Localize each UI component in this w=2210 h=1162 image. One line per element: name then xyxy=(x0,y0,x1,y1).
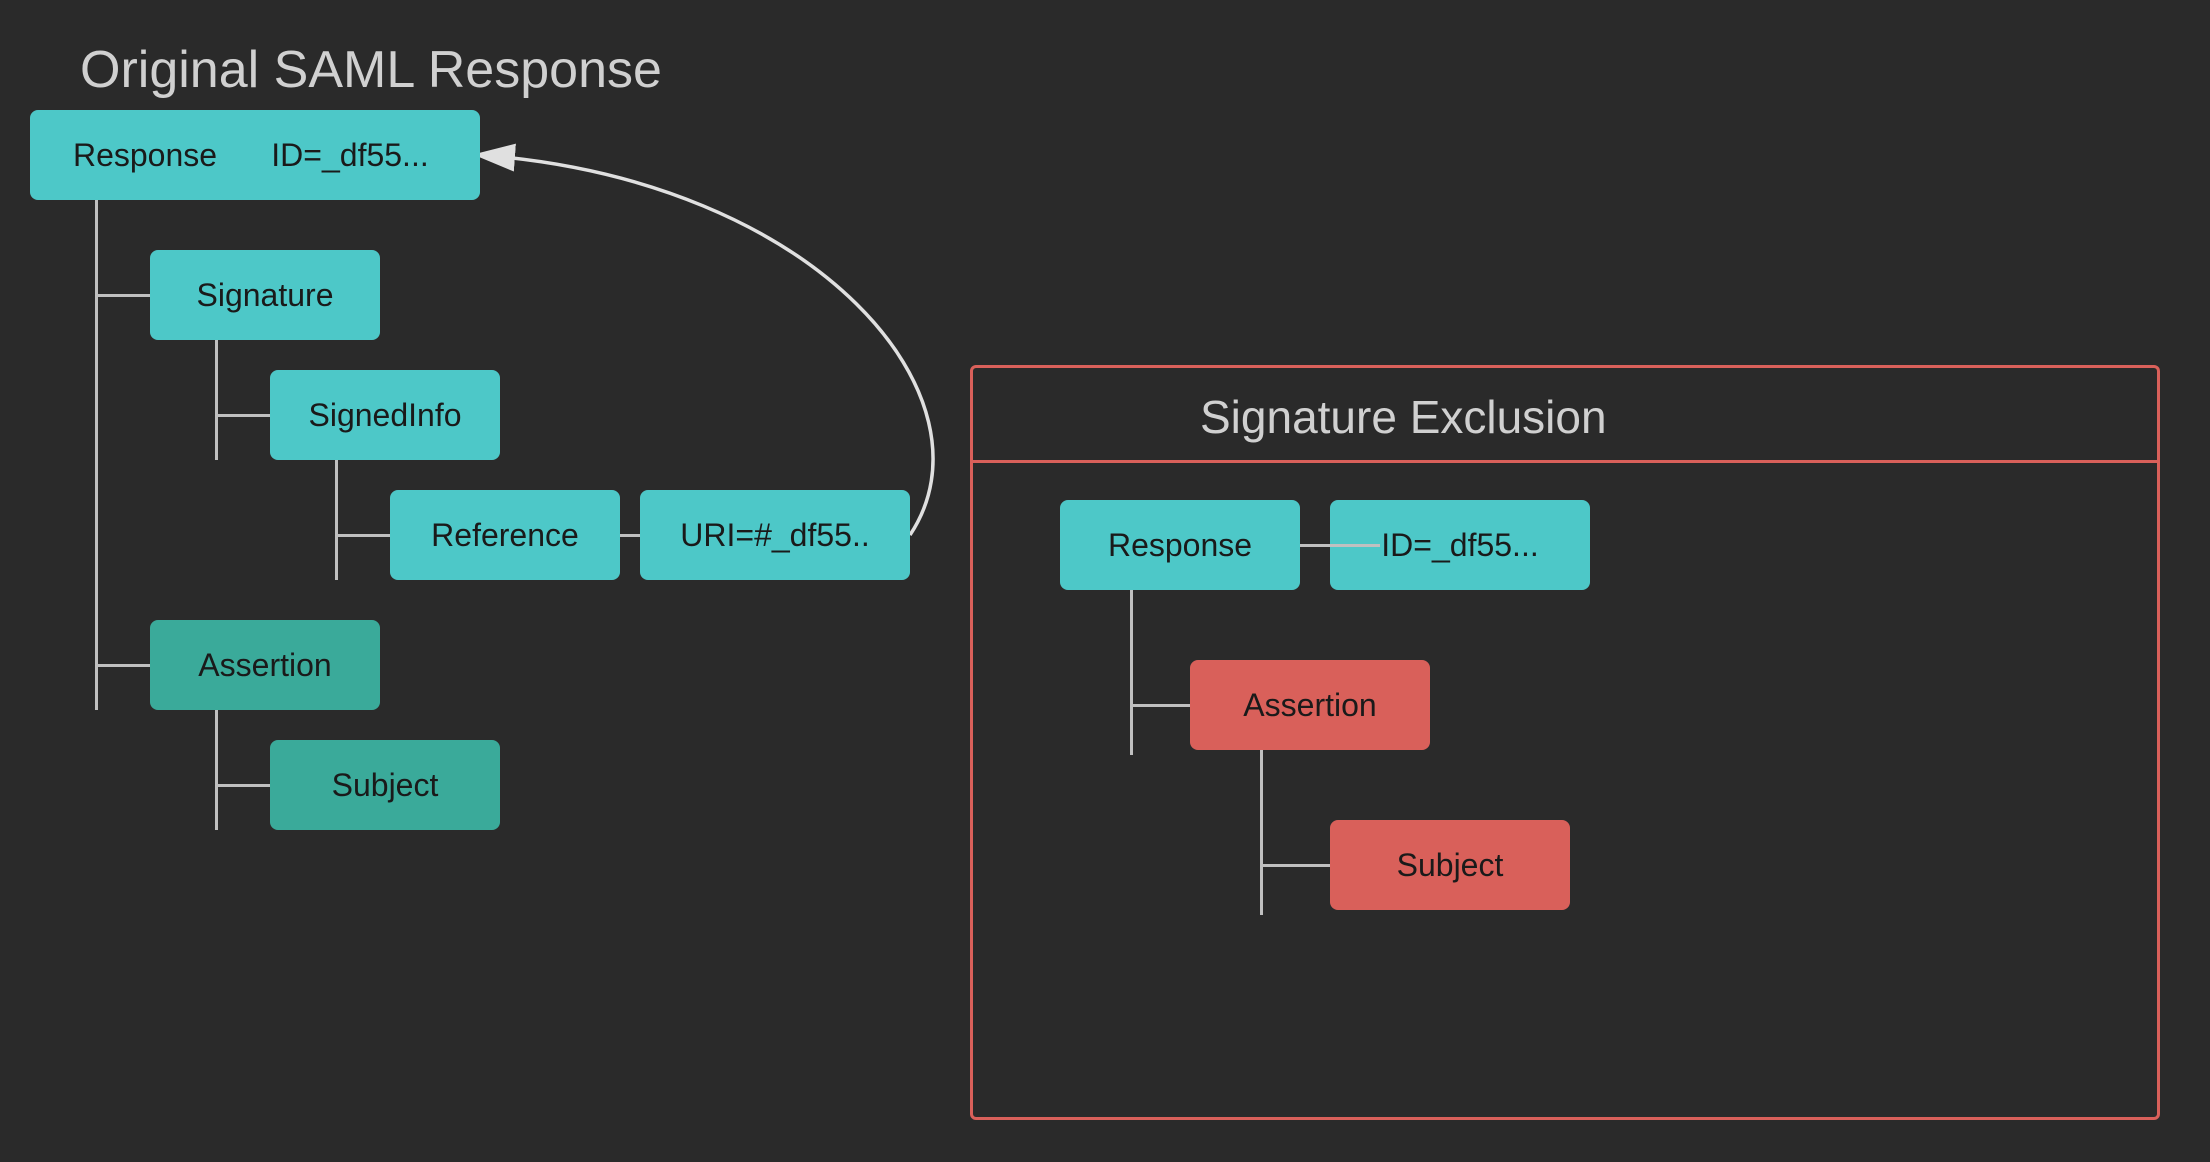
r-subject-label: Subject xyxy=(1397,847,1504,884)
page-title: Original SAML Response xyxy=(80,40,662,100)
subject-node: Subject xyxy=(270,740,500,830)
r-assertion-node: Assertion xyxy=(1190,660,1430,750)
signedinfo-label: SignedInfo xyxy=(308,397,461,434)
response-label: Response xyxy=(73,137,217,174)
r-assertion-label: Assertion xyxy=(1243,687,1376,724)
id-df55-node: ID=_df55... xyxy=(220,110,480,200)
id-df55-label: ID=_df55... xyxy=(271,137,428,174)
assertion-node: Assertion xyxy=(150,620,380,710)
connector-assertion-subject xyxy=(215,710,218,830)
connector-signedinfo-reference xyxy=(335,460,338,580)
r-response-node: Response xyxy=(1060,500,1300,590)
signature-label: Signature xyxy=(197,277,334,314)
subject-label: Subject xyxy=(332,767,439,804)
r-connector-h-id xyxy=(1300,544,1380,547)
r-response-label: Response xyxy=(1108,527,1252,564)
exclusion-title: Signature Exclusion xyxy=(1200,390,1607,444)
signature-node: Signature xyxy=(150,250,380,340)
reference-label: Reference xyxy=(431,517,579,554)
assertion-label: Assertion xyxy=(198,647,331,684)
connector-signature-signedinfo xyxy=(215,340,218,460)
signedinfo-node: SignedInfo xyxy=(270,370,500,460)
r-subject-node: Subject xyxy=(1330,820,1570,910)
r-id-df55-label: ID=_df55... xyxy=(1381,527,1538,564)
reference-node: Reference xyxy=(390,490,620,580)
connector-response-assertion xyxy=(95,200,98,710)
r-connector-v-assertion xyxy=(1130,590,1133,755)
uri-df55-label: URI=#_df55.. xyxy=(680,517,869,554)
r-connector-v-subject xyxy=(1260,750,1263,915)
signature-exclusion-box xyxy=(970,365,2160,1120)
exclusion-divider xyxy=(970,460,2160,463)
uri-df55-node: URI=#_df55.. xyxy=(640,490,910,580)
